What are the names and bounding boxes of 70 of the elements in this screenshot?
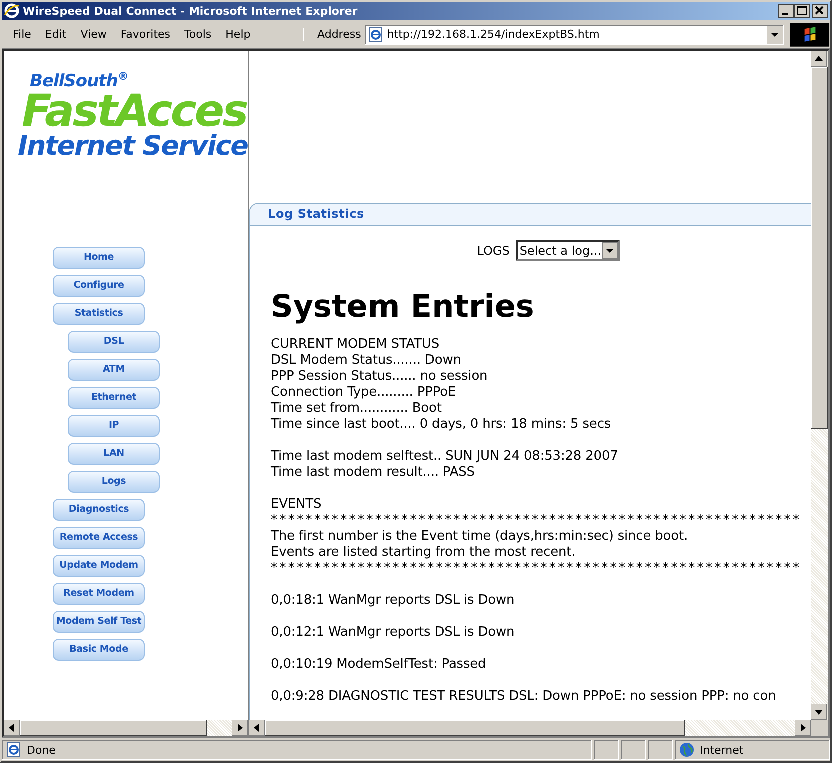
nav-button[interactable]: DSL: [68, 330, 160, 353]
close-button[interactable]: [812, 4, 828, 18]
menu-item[interactable]: View: [74, 28, 114, 41]
event-line: 0,0:18:1 WanMgr reports DSL is Down: [271, 593, 516, 609]
log-line: DSL Modem Status....... Down: [271, 353, 462, 369]
nav-button[interactable]: Statistics: [53, 302, 145, 325]
menu-item[interactable]: File: [6, 28, 38, 41]
horizontal-scrollbar[interactable]: [4, 720, 248, 736]
scroll-left-arrow-icon[interactable]: [4, 720, 20, 736]
nav-button[interactable]: IP: [68, 414, 160, 437]
nav-button[interactable]: Ethernet: [68, 386, 160, 409]
menu-item[interactable]: Favorites: [114, 28, 178, 41]
nav-button[interactable]: Configure: [53, 274, 145, 297]
log-line: PPP Session Status...... no session: [271, 369, 489, 385]
nav-button[interactable]: Reset Modem: [53, 582, 145, 605]
nav-button[interactable]: Diagnostics: [53, 498, 145, 521]
event-line: 0,0:10:19 ModemSelfTest: Passed: [271, 657, 488, 673]
status-pane: [648, 740, 673, 760]
log-line: EVENTS: [271, 497, 323, 513]
nav-button[interactable]: Remote Access: [53, 526, 145, 549]
nav-button[interactable]: Modem Self Test: [53, 610, 145, 633]
brand-name: BellSouth$^{®}$: [29, 69, 130, 92]
page-icon: [368, 26, 384, 42]
divider-line: *************************************************************: [271, 561, 803, 577]
nav-button[interactable]: Update Modem: [53, 554, 145, 577]
window-title: WireSpeed Dual Connect - Microsoft Internet Explorer: [23, 4, 359, 18]
log-note: Events are listed starting from the most recent.: [271, 545, 577, 561]
nav-button[interactable]: Logs: [68, 470, 160, 493]
nav-button[interactable]: Basic Mode: [53, 638, 145, 661]
status-pane: [621, 740, 646, 760]
nav-button[interactable]: LAN: [68, 442, 160, 465]
scroll-up-arrow-icon[interactable]: [811, 51, 827, 67]
log-line: Time last modem selftest.. SUN JUN 24 08:53:28 2007: [271, 449, 620, 465]
vertical-scrollbar[interactable]: [811, 51, 828, 720]
scroll-right-arrow-icon[interactable]: [795, 720, 811, 736]
maximize-button[interactable]: [794, 4, 810, 18]
windows-logo-icon: [790, 22, 830, 46]
log-line: Time last modem result.... PASS: [271, 465, 476, 481]
ie-icon: [4, 3, 20, 19]
product-name: FastAcces: [22, 92, 248, 132]
panel-title: Log Statistics: [250, 204, 811, 226]
menu-item[interactable]: Tools: [178, 28, 219, 41]
page-heading: System Entries: [271, 288, 536, 327]
event-line: 0,0:12:1 WanMgr reports DSL is Down: [271, 625, 516, 641]
log-select[interactable]: Select a log...: [516, 240, 620, 261]
log-line: Time since last boot.... 0 days, 0 hrs: 18 mins: 5 secs: [271, 417, 612, 433]
log-line: Connection Type......... PPPoE: [271, 385, 458, 401]
log-note: The first number is the Event time (days,hrs:min:sec) since boot.: [271, 529, 690, 545]
horizontal-scrollbar[interactable]: [249, 720, 811, 736]
nav-button[interactable]: ATM: [68, 358, 160, 381]
log-line: Time set from............ Boot: [271, 401, 443, 417]
scroll-right-arrow-icon[interactable]: [232, 720, 248, 736]
scrollbar-corner: [811, 720, 828, 736]
status-pane: [594, 740, 619, 760]
service-name: Internet Service: [18, 132, 248, 162]
divider-line: *************************************************************: [271, 513, 803, 529]
nav-button[interactable]: Home: [53, 246, 145, 269]
menu-item[interactable]: Edit: [38, 28, 74, 41]
log-line: CURRENT MODEM STATUS: [271, 337, 440, 353]
logs-label: LOGS: [477, 244, 510, 258]
globe-icon: [679, 742, 695, 758]
menu-item[interactable]: Help: [218, 28, 258, 41]
event-line: 0,0:9:28 DIAGNOSTIC TEST RESULTS DSL: Down PPPoE: no session PPP: no con: [271, 689, 778, 705]
scroll-down-arrow-icon[interactable]: [811, 704, 827, 720]
scroll-left-arrow-icon[interactable]: [249, 720, 265, 736]
minimize-button[interactable]: [778, 4, 794, 18]
zone-text: Internet: [700, 744, 744, 756]
address-field[interactable]: http://192.168.1.254/indexExptBS.htm: [365, 24, 784, 44]
page-icon: [6, 742, 22, 758]
status-text: Done: [27, 744, 56, 756]
